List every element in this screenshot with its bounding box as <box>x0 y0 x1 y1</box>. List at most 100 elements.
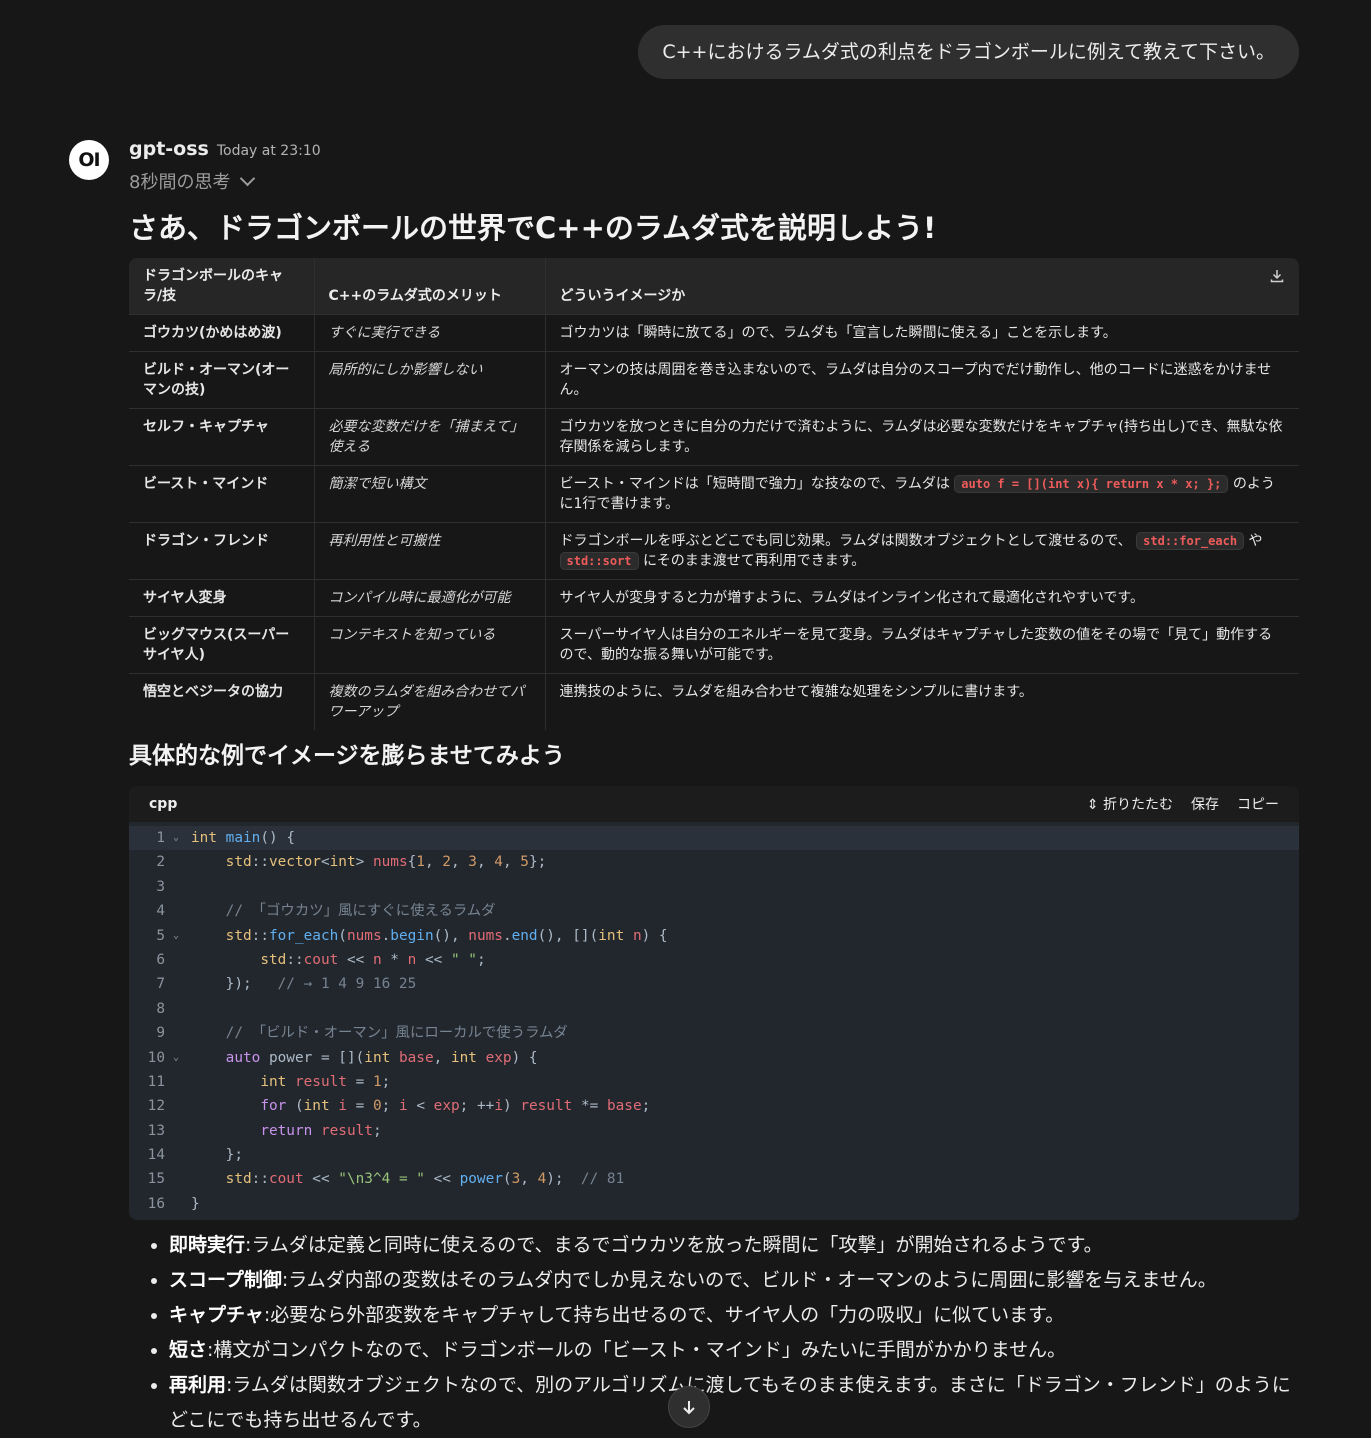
table-cell: ゴウカツは「瞬時に放てる」ので、ラムダも「宣言した瞬間に使える」ことを示します。 <box>544 314 1299 352</box>
code-text: } <box>191 1195 200 1212</box>
bullet-term: 短さ <box>169 1339 208 1362</box>
bullet-item: 即時実行:ラムダは定義と同時に使えるので、まるでゴウカツを放った瞬間に「攻撃」が… <box>169 1228 1299 1263</box>
code-line: 4 // 「ゴウカツ」風にすぐに使えるラムダ <box>129 899 1299 923</box>
bullet-item: スコープ制御:ラムダ内部の変数はそのラムダ内でしか見えないので、ビルド・オーマン… <box>169 1263 1299 1298</box>
collapse-label: 折りたたむ <box>1103 797 1173 813</box>
code-line: 10 ⌄ auto power = [](int base, int exp) { <box>129 1046 1299 1070</box>
code-text: auto power = [](int base, int exp) { <box>225 1049 538 1066</box>
table-cell: コンテキストを知っている <box>313 616 545 674</box>
cell-text: にそのまま渡せて再利用できます。 <box>642 553 866 569</box>
table-cell: 必要な変数だけを「捕まえて」使える <box>313 408 545 466</box>
fold-gutter <box>173 1119 183 1143</box>
bullet-text: :必要なら外部変数をキャプチャして持ち出せるので、サイヤ人の「力の吸収」に似てい… <box>263 1304 1065 1327</box>
code-text: std::cout << n * n << " "; <box>260 951 486 968</box>
inline-code: auto f = [](int x){ return x * x; }; <box>954 475 1229 493</box>
table-cell: 簡潔で短い構文 <box>313 465 545 523</box>
fold-gutter <box>173 997 183 1021</box>
fold-gutter <box>173 1021 183 1045</box>
code-line: 5 ⌄ std::for_each(nums.begin(), nums.end(… <box>129 924 1299 948</box>
thinking-label: 8秒間の思考 <box>129 172 231 193</box>
fold-gutter <box>173 899 183 923</box>
bullet-term: スコープ制御 <box>169 1269 282 1292</box>
line-number: 4 <box>156 903 165 920</box>
table-header: どういうイメージか <box>544 258 1299 315</box>
code-line: 12 for (int i = 0; i < exp; ++i) result … <box>129 1094 1299 1118</box>
cell-text: ビースト・マインドは「短時間で強力」な技なので、ラムダは <box>559 476 950 492</box>
copy-button[interactable]: コピー <box>1237 794 1279 814</box>
line-number: 9 <box>156 1025 165 1042</box>
fold-gutter <box>173 1143 183 1167</box>
line-number: 12 <box>147 1098 165 1115</box>
code-text: // 「ビルド・オーマン」風にローカルで使うラムダ <box>225 1025 568 1042</box>
table-cell: ドラゴンボールを呼ぶとどこでも同じ効果。ラムダは関数オブジェクトとして渡せるので… <box>544 522 1299 580</box>
comparison-table: ドラゴンボールのキャラ/技 C++のラムダ式のメリット どういうイメージか ゴウ… <box>129 258 1299 730</box>
line-number: 2 <box>156 854 165 871</box>
code-line: 7 }); // → 1 4 9 16 25 <box>129 972 1299 996</box>
table-cell: ビルド・オーマン(オーマンの技) <box>129 351 314 409</box>
table-cell: ビッグマウス(スーパーサイヤ人) <box>129 616 314 674</box>
section-subtitle: 具体的な例でイメージを膨らませてみよう <box>129 743 565 769</box>
table-row: ドラゴン・フレンド 再利用性と可搬性 ドラゴンボールを呼ぶとどこでも同じ効果。ラ… <box>129 522 1299 580</box>
line-number: 8 <box>156 1000 165 1017</box>
save-button[interactable]: 保存 <box>1191 794 1219 814</box>
bullet-term: 再利用 <box>169 1374 227 1397</box>
code-line: 3 <box>129 875 1299 899</box>
code-text: std::for_each(nums.begin(), nums.end(), … <box>225 927 668 944</box>
code-line: 15 std::cout << "\n3^4 = " << power(3, 4… <box>129 1167 1299 1191</box>
fold-chevron-icon[interactable]: ⌄ <box>173 924 183 948</box>
code-block: cpp ⇕ 折りたたむ 保存 コピー 1 ⌄ int main() {2 std::… <box>129 786 1299 1221</box>
assistant-message: gpt-oss Today at 23:10 8秒間の思考 さあ、ドラゴンボール… <box>129 138 1299 1438</box>
model-name: gpt-oss <box>129 138 209 160</box>
bullet-item: キャプチャ:必要なら外部変数をキャプチャして持ち出せるので、サイヤ人の「力の吸収… <box>169 1298 1299 1333</box>
table-cell: ビースト・マインドは「短時間で強力」な技なので、ラムダは auto f = []… <box>544 465 1299 523</box>
timestamp: Today at 23:10 <box>216 143 321 159</box>
fold-chevron-icon[interactable]: ⌄ <box>173 1046 183 1070</box>
table-cell: 局所的にしか影響しない <box>313 351 545 409</box>
fold-gutter <box>173 1070 183 1094</box>
code-line: 2 std::vector<int> nums{1, 2, 3, 4, 5}; <box>129 850 1299 874</box>
table-cell: 悟空とベジータの協力 <box>129 673 314 730</box>
fold-gutter <box>173 1094 183 1118</box>
line-number: 16 <box>147 1195 165 1212</box>
table-header: ドラゴンボールのキャラ/技 <box>129 258 314 315</box>
response-title: さあ、ドラゴンボールの世界でC++のラムダ式を説明しよう! <box>129 211 937 245</box>
line-number: 3 <box>156 878 165 895</box>
code-text: }; <box>191 1147 243 1164</box>
table-cell: 複数のラムダを組み合わせてパワーアップ <box>313 673 545 730</box>
line-number: 10 <box>147 1049 165 1066</box>
fold-gutter <box>173 1192 183 1216</box>
code-line: 11 int result = 1; <box>129 1070 1299 1094</box>
fold-chevron-icon[interactable]: ⌄ <box>173 826 183 850</box>
table-cell: すぐに実行できる <box>313 314 545 352</box>
scroll-to-bottom-button[interactable] <box>668 1386 710 1428</box>
code-line: 1 ⌄ int main() { <box>129 826 1299 851</box>
code-text: return result; <box>260 1122 382 1139</box>
cell-text: サイヤ人が変身すると力が増すように、ラムダはインライン化されて最適化されやすいで… <box>559 590 1145 606</box>
line-number: 15 <box>147 1171 165 1188</box>
bullet-text: :ラムダは関数オブジェクトなので、別のアルゴリズムに渡してもそのまま使えます。ま… <box>169 1374 1291 1432</box>
bullet-item: 再利用:ラムダは関数オブジェクトなので、別のアルゴリズムに渡してもそのまま使えま… <box>169 1368 1299 1438</box>
table-row: ビルド・オーマン(オーマンの技) 局所的にしか影響しない オーマンの技は周囲を巻… <box>129 351 1299 409</box>
cell-text: 連携技のように、ラムダを組み合わせて複雑な処理をシンプルに書けます。 <box>559 684 1033 700</box>
table-header: C++のラムダ式のメリット <box>313 258 545 315</box>
cell-text: ゴウカツは「瞬時に放てる」ので、ラムダも「宣言した瞬間に使える」ことを示します。 <box>559 325 1117 341</box>
bullet-text: :構文がコンパクトなので、ドラゴンボールの「ビースト・マインド」みたいに手間がか… <box>207 1339 1067 1362</box>
inline-code: std::for_each <box>1136 532 1245 550</box>
code-language: cpp <box>149 796 178 812</box>
line-number: 13 <box>147 1122 165 1139</box>
code-editor[interactable]: 1 ⌄ int main() {2 std::vector<int> nums{1,… <box>129 822 1299 1220</box>
line-number: 14 <box>147 1147 165 1164</box>
code-line: 6 std::cout << n * n << " "; <box>129 948 1299 972</box>
table-cell: コンパイル時に最適化が可能 <box>313 579 545 617</box>
user-message: C++におけるラムダ式の利点をドラゴンボールに例えて教えて下さい。 <box>638 25 1299 79</box>
arrow-down-icon <box>683 1401 695 1415</box>
cell-text: ゴウカツを放つときに自分の力だけで済むように、ラムダは必要な変数だけをキャプチャ… <box>559 419 1283 455</box>
table-cell: ゴウカツ(かめはめ波) <box>129 314 314 352</box>
code-line: 9 // 「ビルド・オーマン」風にローカルで使うラムダ <box>129 1021 1299 1045</box>
table-row: ビースト・マインド 簡潔で短い構文 ビースト・マインドは「短時間で強力」な技なの… <box>129 465 1299 523</box>
download-icon[interactable] <box>1269 268 1285 284</box>
collapse-button[interactable]: ⇕ 折りたたむ <box>1087 794 1173 814</box>
code-text: int result = 1; <box>260 1073 391 1090</box>
thinking-toggle[interactable]: 8秒間の思考 <box>129 168 1299 194</box>
bullet-item: 短さ:構文がコンパクトなので、ドラゴンボールの「ビースト・マインド」みたいに手間… <box>169 1333 1299 1368</box>
